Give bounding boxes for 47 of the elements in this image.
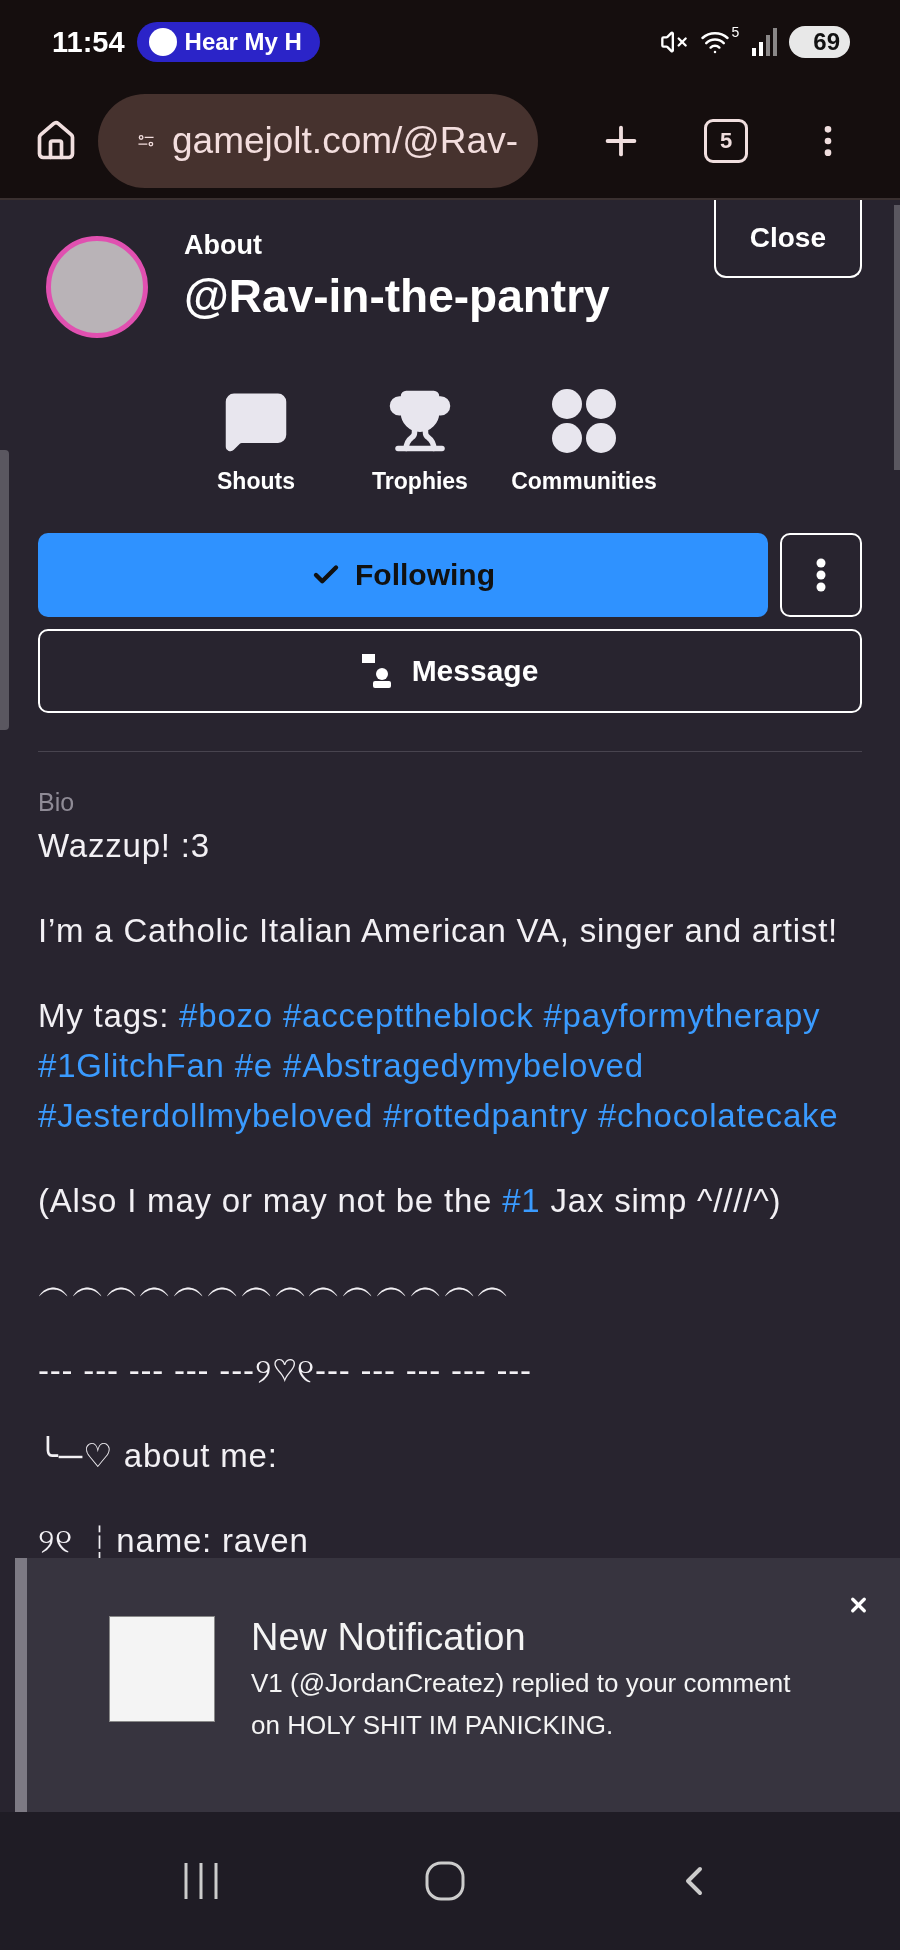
notification-toast[interactable]: New Notification V1 (@JordanCreatez) replied to your comment on HOLY SHIT IM PANICKING. <box>15 1558 900 1812</box>
section-link[interactable]: Trophies <box>350 388 490 495</box>
hashtag-link[interactable]: #chocolatecake <box>597 1097 839 1134</box>
media-pill[interactable]: Hear My H <box>136 22 320 62</box>
message-button[interactable]: Message <box>38 629 862 713</box>
about-heading: About <box>184 230 262 261</box>
section-link[interactable]: Communities <box>514 388 654 495</box>
hashtag-link[interactable]: #payformytherapy <box>543 997 821 1034</box>
bio-paragraph: ︵︵︵︵︵︵︵︵︵︵︵︵︵︵ <box>38 1266 513 1306</box>
bio-paragraph: Wazzup! :3 <box>38 826 211 866</box>
chat-person-icon <box>361 654 392 688</box>
clock-time: 11:54 <box>52 25 125 59</box>
address-bar[interactable]: gamejolt.com/@Rav- <box>98 94 538 188</box>
more-button[interactable] <box>780 533 862 617</box>
hashtag-link[interactable]: #bozo <box>179 997 273 1034</box>
bio-paragraph: (Also I may or may not be the #1 Jax simp ^////^) <box>38 1181 783 1221</box>
hashtag-link[interactable]: #Jesterdollmybeloved <box>38 1097 374 1134</box>
following-button[interactable]: Following <box>38 533 768 617</box>
wifi-band-label: 5 <box>731 24 740 40</box>
battery-indicator: 69 <box>789 26 850 58</box>
hashtag-link[interactable]: #1 <box>502 1182 541 1219</box>
bio-paragraph: ୨୧ ┆name: raven <box>38 1521 310 1561</box>
hashtag-link[interactable]: #e <box>234 1047 273 1084</box>
hashtag-link[interactable]: #Abstragedymybeloved <box>283 1047 644 1084</box>
notification-title: New Notification <box>251 1616 526 1659</box>
hashtag-link[interactable]: #1GlitchFan <box>38 1047 225 1084</box>
close-button[interactable]: Close <box>713 200 862 278</box>
bio-paragraph: --- --- --- --- ---୨♡୧--- --- --- --- --- <box>38 1351 533 1391</box>
music-app-icon <box>148 28 177 56</box>
bio-paragraph: My tags: #bozo #accepttheblock #payformytherapy #1GlitchFan #e #Abstragedymybeloved #Jesterdollmybeloved #rottedpantry #chocolatecake <box>38 996 840 1136</box>
recent-apps-icon[interactable] <box>182 1863 221 1899</box>
more-icon <box>816 558 826 592</box>
tab-count[interactable]: 5 <box>704 119 748 163</box>
bio-paragraph: I’m a Catholic Italian American VA, singer and artist! <box>38 911 840 951</box>
trophy-icon <box>387 388 453 454</box>
section-link[interactable]: Shouts <box>186 388 326 495</box>
scrollbar[interactable] <box>894 205 900 470</box>
scrollbar[interactable] <box>0 450 9 730</box>
username: @Rav-in-the-pantry <box>184 269 610 323</box>
bio-label: Bio <box>38 788 75 817</box>
four-dots-icon <box>551 388 617 454</box>
bio-paragraph: ╰─♡ about me: <box>38 1435 279 1476</box>
url-text: gamejolt.com/@Rav- <box>172 120 518 162</box>
hashtag-link[interactable]: #rottedpantry <box>383 1097 588 1134</box>
notification-body: V1 (@JordanCreatez) replied to your comment on HOLY SHIT IM PANICKING. <box>251 1667 792 1742</box>
signal-icon <box>751 28 778 56</box>
hashtag-link[interactable]: #accepttheblock <box>282 997 534 1034</box>
